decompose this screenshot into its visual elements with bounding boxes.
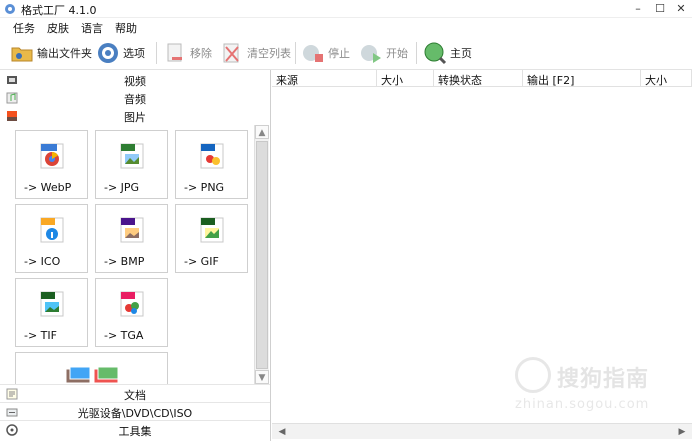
- format-tile-label: -> TGA: [104, 329, 144, 342]
- format-tile-label: -> WebP: [24, 181, 72, 194]
- ico-file-icon: [40, 217, 64, 243]
- category-document[interactable]: 文档: [0, 384, 270, 402]
- stop-icon: [303, 45, 323, 62]
- category-video[interactable]: 视频: [0, 71, 270, 89]
- toolbar-separator: [295, 42, 296, 64]
- category-picture-label: 图片: [124, 111, 146, 124]
- format-tile-label: -> BMP: [104, 255, 145, 268]
- start-icon: [361, 45, 381, 63]
- format-tile-label: -> GIF: [184, 255, 219, 268]
- column-output-size[interactable]: 大小: [641, 70, 692, 87]
- home-button[interactable]: 主页: [423, 39, 472, 67]
- format-tile-label: -> ICO: [24, 255, 61, 268]
- scroll-thumb[interactable]: [256, 141, 268, 369]
- image-batch-icon: [65, 366, 119, 384]
- category-video-label: 视频: [124, 75, 146, 88]
- png-file-icon: [200, 143, 224, 169]
- format-tile-label: -> JPG: [104, 181, 140, 194]
- menu-task[interactable]: 任务: [13, 20, 35, 36]
- watermark-logo-icon: [515, 357, 551, 393]
- output-folder-label: 输出文件夹: [37, 47, 92, 60]
- jpg-file-icon: [120, 143, 144, 169]
- menu-skin[interactable]: 皮肤: [47, 20, 69, 36]
- format-tile-tif[interactable]: -> TIF: [15, 278, 88, 347]
- clear-list-icon: [223, 43, 239, 63]
- options-label: 选项: [123, 47, 145, 60]
- webp-file-icon: [40, 143, 64, 169]
- toolbar: 输出文件夹 选项 移除 清空列表 停止 开始 主页: [0, 36, 692, 70]
- close-button[interactable]: ✕: [670, 0, 692, 18]
- menu-language[interactable]: 语言: [81, 20, 103, 36]
- tga-file-icon: [120, 291, 144, 317]
- category-toolbox-label: 工具集: [118, 425, 152, 438]
- remove-label: 移除: [190, 47, 212, 60]
- options-button[interactable]: 选项: [96, 39, 145, 67]
- start-button[interactable]: 开始: [359, 39, 408, 67]
- scroll-down-arrow-icon[interactable]: ▼: [255, 370, 269, 384]
- window-title: 格式工厂 4.1.0: [21, 4, 97, 17]
- maximize-button[interactable]: ☐: [649, 0, 671, 18]
- scroll-left-arrow-icon[interactable]: ◀: [276, 426, 288, 438]
- category-pane: 视频 音频 图片 -> WebP -> JPG -> PNG -> ICO ->…: [0, 70, 271, 441]
- folder-icon: [11, 47, 33, 62]
- format-tile-gif[interactable]: -> GIF: [175, 204, 248, 273]
- category-audio-label: 音频: [124, 93, 146, 106]
- category-audio[interactable]: 音频: [0, 89, 270, 107]
- remove-button[interactable]: 移除: [163, 39, 212, 67]
- toolbar-separator: [416, 42, 417, 64]
- bmp-file-icon: [120, 217, 144, 243]
- column-output[interactable]: 输出 [F2]: [523, 70, 641, 87]
- menu-help[interactable]: 帮助: [115, 20, 137, 36]
- home-globe-icon: [424, 42, 447, 65]
- home-label: 主页: [450, 47, 472, 60]
- menu-bar: 任务 皮肤 语言 帮助: [0, 18, 692, 36]
- category-document-label: 文档: [124, 389, 146, 402]
- watermark-url: zhinan.sogou.com: [515, 397, 650, 412]
- stop-label: 停止: [328, 47, 350, 60]
- watermark-text: 搜狗指南: [557, 367, 650, 392]
- clear-list-button[interactable]: 清空列表: [220, 39, 291, 67]
- format-tile-grid: -> WebP -> JPG -> PNG -> ICO -> BMP -> G…: [9, 125, 252, 384]
- task-list-horizontal-scrollbar[interactable]: ◀ ▶: [272, 423, 692, 439]
- format-tile-webp[interactable]: -> WebP: [15, 130, 88, 199]
- scroll-right-arrow-icon[interactable]: ▶: [676, 426, 688, 438]
- tif-file-icon: [40, 291, 64, 317]
- category-scrollbar[interactable]: ▲ ▼: [254, 125, 269, 384]
- watermark: 搜狗指南 zhinan.sogou.com: [515, 355, 675, 415]
- category-toolbox[interactable]: 工具集: [0, 420, 270, 438]
- clear-list-label: 清空列表: [247, 47, 291, 60]
- minimize-button[interactable]: –: [627, 0, 649, 18]
- title-bar: 格式工厂 4.1.0 – ☐ ✕: [0, 0, 692, 18]
- format-tile-label: -> PNG: [184, 181, 225, 194]
- column-size[interactable]: 大小: [377, 70, 434, 87]
- category-picture[interactable]: 图片: [0, 107, 270, 125]
- output-folder-button[interactable]: 输出文件夹: [10, 39, 92, 67]
- options-gear-icon: [98, 43, 118, 63]
- gif-file-icon: [200, 217, 224, 243]
- category-optical-drive-label: 光驱设备\DVD\CD\ISO: [77, 407, 193, 420]
- start-label: 开始: [386, 47, 408, 60]
- format-tile-bmp[interactable]: -> BMP: [95, 204, 168, 273]
- format-tile-png[interactable]: -> PNG: [175, 130, 248, 199]
- app-logo-icon: [5, 4, 15, 14]
- remove-icon: [167, 43, 182, 62]
- format-tile-batch[interactable]: [15, 352, 168, 384]
- format-tile-ico[interactable]: -> ICO: [15, 204, 88, 273]
- format-tile-jpg[interactable]: -> JPG: [95, 130, 168, 199]
- column-source[interactable]: 来源: [272, 70, 377, 87]
- stop-button[interactable]: 停止: [301, 39, 350, 67]
- scroll-up-arrow-icon[interactable]: ▲: [255, 125, 269, 139]
- format-tile-label: -> TIF: [24, 329, 57, 342]
- toolbar-separator: [156, 42, 157, 64]
- format-tile-tga[interactable]: -> TGA: [95, 278, 168, 347]
- category-optical-drive[interactable]: 光驱设备\DVD\CD\ISO: [0, 402, 270, 420]
- column-status[interactable]: 转换状态: [434, 70, 523, 87]
